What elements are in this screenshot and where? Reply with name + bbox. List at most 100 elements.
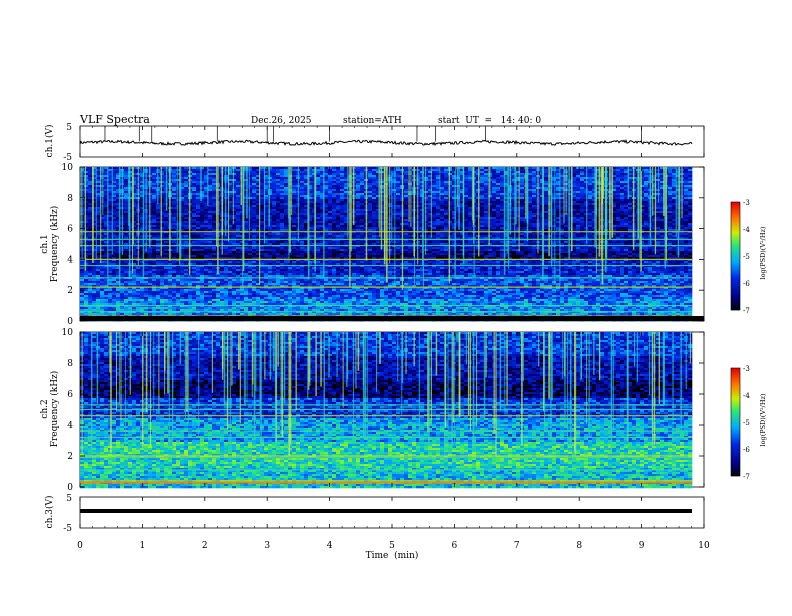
spec1-cell [204, 273, 208, 275]
spec1-cell [124, 211, 128, 213]
spec1-cell [224, 301, 228, 303]
spec1-cell [292, 313, 296, 315]
spec1-cell [320, 313, 324, 315]
spec1-cell [156, 225, 160, 227]
spec1-cell [288, 309, 292, 311]
spec1-cell [212, 283, 216, 285]
spec1-cell [124, 225, 128, 227]
spec1-cell [192, 313, 196, 315]
spec1-cell [200, 297, 204, 299]
spec1-cell [184, 271, 188, 273]
spec1-cell [332, 299, 336, 301]
spec1-cell [200, 261, 204, 263]
spec1-cell [280, 199, 284, 201]
spec1-cell [192, 247, 196, 249]
spec1-cell [172, 207, 176, 209]
spec1-cell [232, 175, 236, 177]
spec1-cell [288, 293, 292, 295]
spec1-cell [152, 187, 156, 189]
spec1-cell [128, 297, 132, 299]
spec1-cell [236, 209, 240, 211]
spec1-cell [144, 295, 148, 297]
spec1-cell [144, 307, 148, 309]
spec1-cell [276, 169, 280, 171]
spec1-cell [196, 293, 200, 295]
spec1-cell [292, 171, 296, 173]
spec1-cell [300, 313, 304, 315]
spec1-cell [276, 255, 280, 257]
spec1-cell [232, 235, 236, 237]
spec1-cell [196, 309, 200, 311]
spec1-cell [220, 297, 224, 299]
spec1-cell [292, 303, 296, 305]
spec1-cell [212, 221, 216, 223]
spec1-cell [192, 215, 196, 217]
spec1-cell [280, 193, 284, 195]
spec1-cell [316, 247, 320, 249]
spec1-cell [176, 309, 180, 311]
spec1-cell [152, 247, 156, 249]
spec1-cell [184, 197, 188, 199]
spec1-cell [96, 263, 100, 265]
spec1-cell [332, 221, 336, 223]
spec1-cell [300, 223, 304, 225]
spec1-cell [188, 293, 192, 295]
spec1-cell [316, 289, 320, 291]
spec1-cell [272, 219, 276, 221]
spec1-cell [196, 211, 200, 213]
spec1-cell [316, 167, 320, 169]
spec1-cell [80, 313, 84, 315]
spec1-cell [172, 217, 176, 219]
spec1-cell [236, 291, 240, 293]
spec1-cell [208, 205, 212, 207]
spec1-cell [212, 295, 216, 297]
spec1-cell [236, 263, 240, 265]
spec1-cell [156, 283, 160, 285]
spec1-cell [204, 281, 208, 283]
spec1-cell [284, 171, 288, 173]
spec1-cell [220, 299, 224, 301]
spec1-cell [112, 291, 116, 293]
spec1-cell [176, 291, 180, 293]
spec1-cell [276, 299, 280, 301]
spec1-cell [276, 217, 280, 219]
spec1-cell [280, 195, 284, 197]
spec1-cell [200, 211, 204, 213]
spec1-cell [108, 169, 112, 171]
spec1-cell [88, 187, 92, 189]
spec1-cell [204, 301, 208, 303]
spec1-cell [252, 295, 256, 297]
spec1-cell [148, 275, 152, 277]
ch1-ytick-top: 5 [66, 123, 72, 133]
spec1-cell [248, 275, 252, 277]
spec1-cell [200, 269, 204, 271]
spec1-cell [88, 219, 92, 221]
spec1-cell [160, 273, 164, 275]
spec1-cell [160, 307, 164, 309]
spec1-cell [144, 273, 148, 275]
spec1-cell [196, 217, 200, 219]
spec1-cell [88, 295, 92, 297]
spec1-cell [212, 175, 216, 177]
spec1-cell [284, 193, 288, 195]
spec1-cell [248, 281, 252, 283]
spec1-cell [216, 283, 220, 285]
spec1-cell [124, 209, 128, 211]
spec1-cell [204, 261, 208, 263]
spec1-cell [236, 233, 240, 235]
spec1-cell [84, 313, 88, 315]
spec1-cell [332, 251, 336, 253]
spec1-cell [164, 247, 168, 249]
spec1-cell [280, 249, 284, 251]
spec1-cell [324, 261, 328, 263]
spec1-cell [268, 295, 272, 297]
spec1-cell [280, 267, 284, 269]
spec1-cell [92, 283, 96, 285]
spec1-cell [332, 255, 336, 257]
spec1-cell [332, 297, 336, 299]
spec1-cell [236, 253, 240, 255]
spec1-cell [236, 197, 240, 199]
spec1-cell [308, 299, 312, 301]
spec1-cell [336, 211, 340, 213]
spec1-cell [264, 313, 268, 315]
